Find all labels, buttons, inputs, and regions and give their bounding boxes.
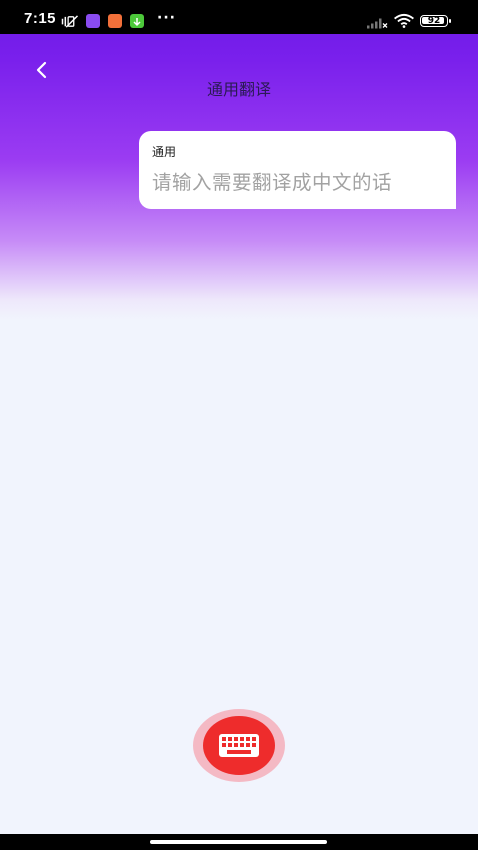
- signal-icon: [367, 18, 388, 29]
- home-indicator[interactable]: [150, 840, 327, 844]
- wifi-icon: [394, 13, 414, 28]
- orange-app-icon: [108, 14, 122, 28]
- status-bar: 7:15 ··· 92: [0, 0, 478, 34]
- keyboard-icon: [219, 734, 259, 757]
- navigation-bar: [0, 834, 478, 850]
- status-time: 7:15: [24, 10, 57, 27]
- battery-icon: 92: [420, 15, 451, 27]
- green-download-icon: [130, 14, 144, 28]
- more-notifications-dots: ···: [157, 10, 176, 26]
- keyboard-input-button[interactable]: [193, 709, 285, 782]
- mute-vibrate-icon: [61, 15, 79, 28]
- card-mode-label: 通用: [152, 145, 177, 159]
- page-title: 通用翻译: [206, 80, 271, 99]
- download-arrow-icon: [133, 18, 141, 27]
- purple-app-icon: [86, 14, 100, 28]
- battery-percent: 92: [427, 16, 441, 26]
- keyboard-button-core: [203, 716, 275, 775]
- translation-input-card[interactable]: 通用: [139, 131, 456, 209]
- screen: 7:15 ··· 92 通用翻译 通用 请输入需要翻译成中文的话: [0, 0, 478, 850]
- translation-input[interactable]: [152, 167, 452, 197]
- battery-tip: [449, 19, 451, 23]
